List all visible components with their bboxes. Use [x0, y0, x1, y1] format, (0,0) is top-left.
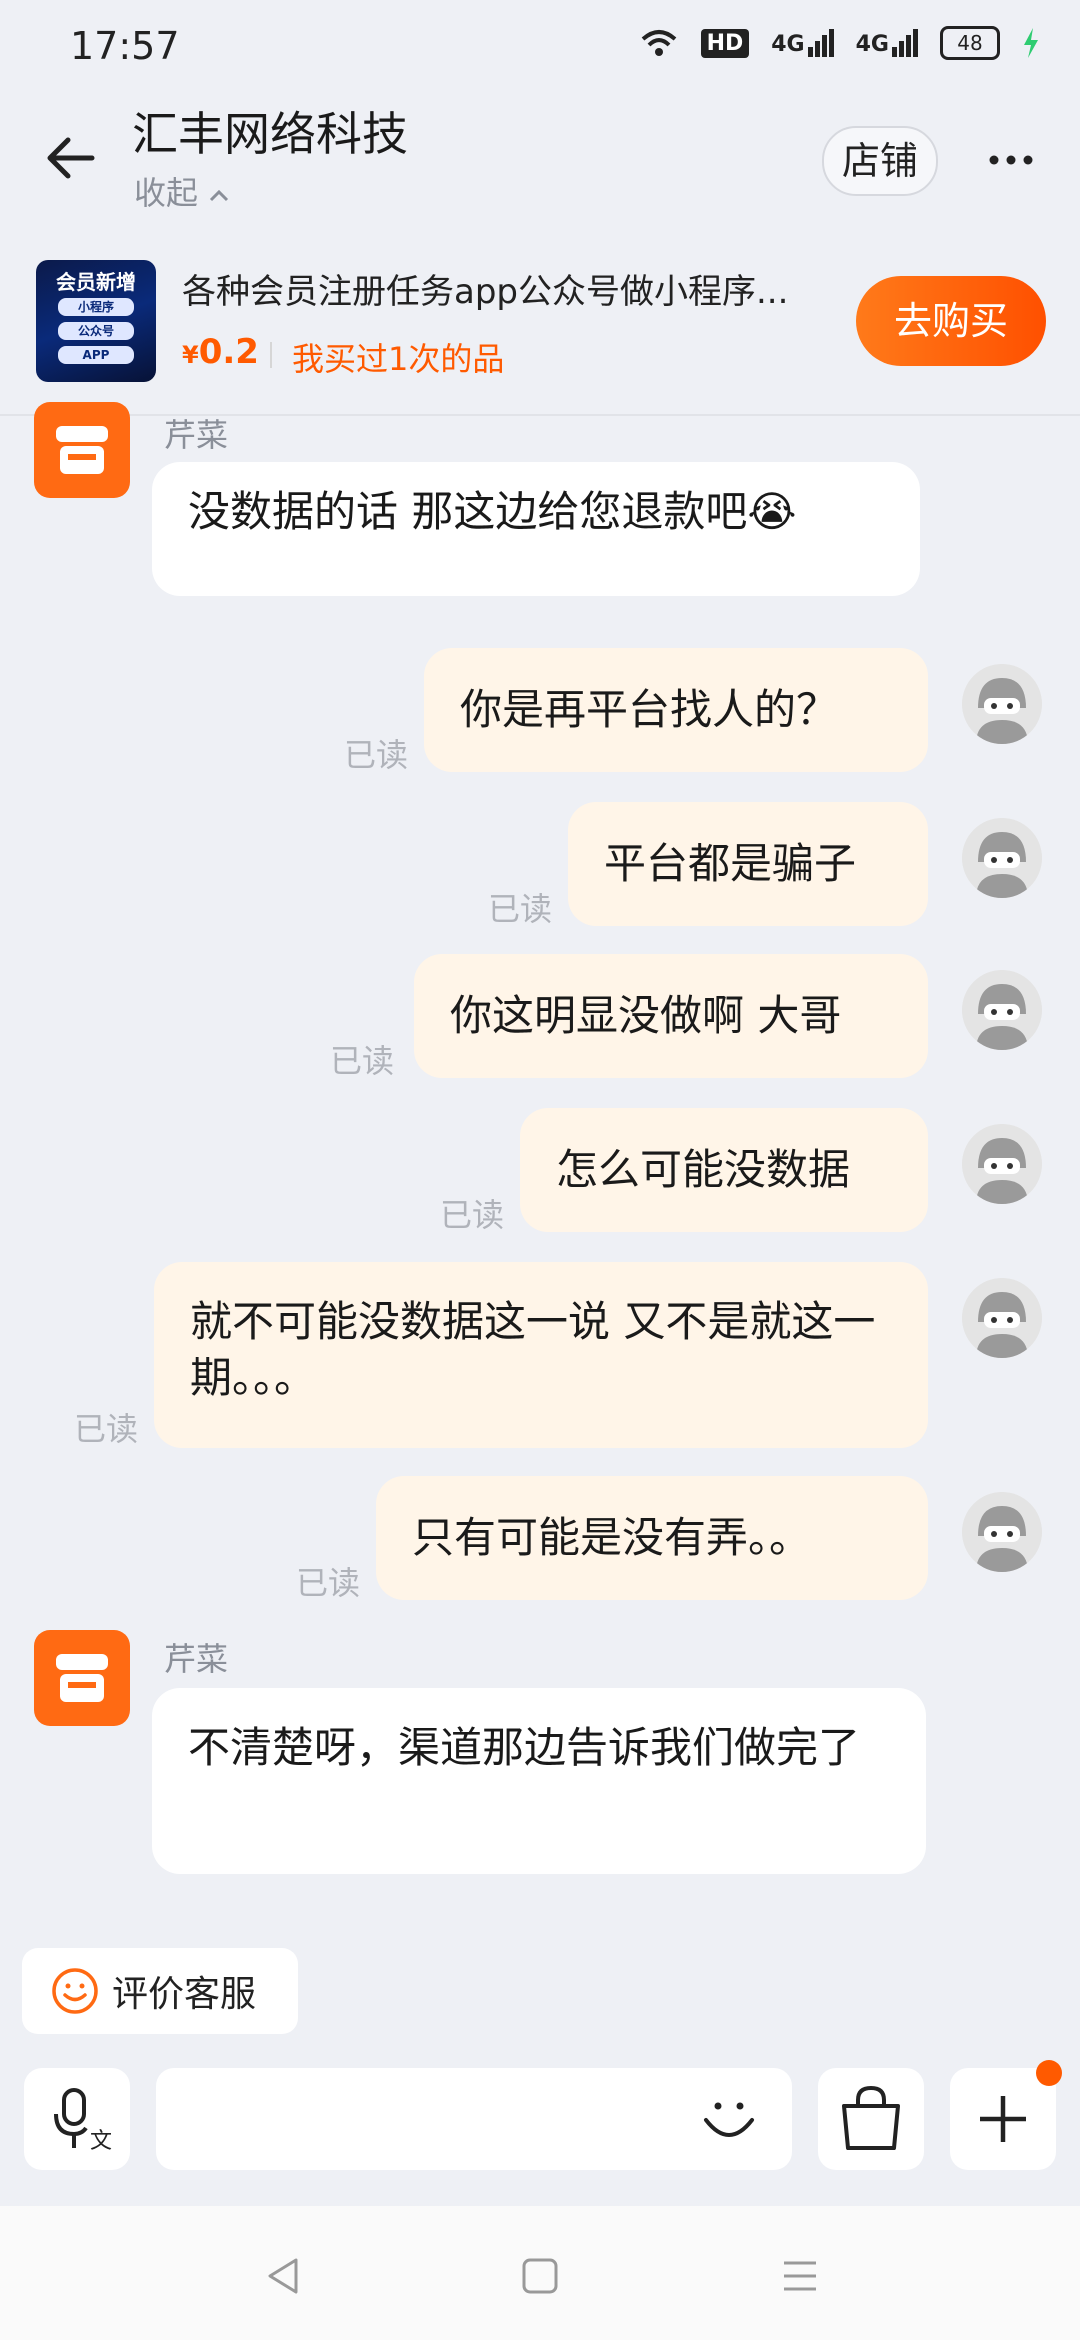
voice-input-button[interactable]: 文 [24, 2068, 130, 2170]
product-card[interactable]: 会员新增 小程序 公众号 APP 各种会员注册任务app公众号做小程序... ¥… [0, 236, 1080, 416]
message-bubble-outgoing[interactable]: 只有可能是没有弄。。 [376, 1476, 928, 1600]
user-avatar-image [962, 1124, 1042, 1204]
nav-home-icon[interactable] [518, 2254, 562, 2298]
thumb-pill: 小程序 [58, 298, 134, 316]
nav-menu-icon[interactable] [778, 2254, 822, 2298]
shop-avatar[interactable] [34, 402, 130, 498]
network-label-1: 4G [771, 32, 805, 57]
more-button[interactable] [986, 140, 1036, 180]
more-options-button[interactable] [950, 2060, 1062, 2170]
collapse-toggle[interactable]: 收起 [134, 168, 230, 214]
message-bubble-outgoing[interactable]: 怎么可能没数据 [520, 1108, 928, 1232]
store-icon [56, 426, 108, 474]
user-avatar-image [962, 1492, 1042, 1572]
thumb-pill: 公众号 [58, 322, 134, 340]
smiley-icon [52, 1968, 98, 2014]
wifi-icon [641, 30, 676, 56]
battery-indicator: 48 [940, 26, 1000, 60]
thumb-pill: APP [58, 346, 134, 364]
read-status: 已读 [344, 736, 409, 774]
shopping-bag-icon [842, 2085, 900, 2150]
status-time: 17:57 [70, 24, 180, 68]
product-price: ¥0.2 [182, 332, 259, 372]
chevron-up-icon [210, 189, 229, 202]
svg-text:文: 文 [90, 2129, 112, 2154]
read-status: 已读 [330, 1042, 395, 1080]
signal-1: 4G [771, 29, 834, 57]
message-input[interactable] [156, 2068, 792, 2170]
hd-badge: HD [700, 28, 750, 58]
read-status: 已读 [296, 1564, 361, 1602]
back-arrow-icon [47, 137, 95, 179]
signal-bars-icon [807, 29, 834, 57]
product-thumbnail: 会员新增 小程序 公众号 APP [36, 260, 156, 382]
back-button[interactable] [40, 128, 100, 188]
status-icons: HD 4G 4G 48 [639, 26, 1040, 60]
rate-service-label: 评价客服 [112, 1974, 257, 2015]
user-avatar-image [962, 1278, 1042, 1358]
buy-button[interactable]: 去购买 [856, 276, 1046, 366]
message-bubble-incoming[interactable]: 没数据的话 那这边给您退款吧😭 [152, 462, 920, 596]
sender-name: 芹菜 [164, 416, 229, 454]
system-nav-bar [0, 2206, 1080, 2340]
page-title: 汇丰网络科技 [132, 107, 408, 161]
price-symbol: ¥ [182, 341, 199, 369]
user-avatar[interactable] [962, 1278, 1042, 1358]
emoji-button-icon[interactable] [694, 2084, 764, 2154]
user-avatar-image [962, 664, 1042, 744]
message-bubble-outgoing[interactable]: 就不可能没数据这一说 又不是就这一期。。。 [154, 1262, 928, 1448]
store-icon [56, 1654, 108, 1702]
network-label-2: 4G [855, 32, 889, 57]
thumb-title: 会员新增 [56, 270, 136, 294]
divider [270, 342, 272, 368]
user-avatar[interactable] [962, 664, 1042, 744]
user-avatar[interactable] [962, 1492, 1042, 1572]
message-bubble-outgoing[interactable]: 你这明显没做啊 大哥 [414, 954, 928, 1078]
user-avatar[interactable] [962, 1124, 1042, 1204]
price-value: 0.2 [198, 332, 259, 372]
charging-icon [1024, 28, 1038, 58]
voice-translate-icon: 文 [54, 2088, 112, 2154]
shop-button[interactable]: 店铺 [822, 126, 938, 196]
message-bubble-outgoing[interactable]: 平台都是骗子 [568, 802, 928, 926]
message-bubble-incoming[interactable]: 不清楚呀，渠道那边告诉我们做完了 [152, 1688, 926, 1874]
bought-note: 我买过1次的品 [292, 340, 505, 378]
read-status: 已读 [488, 890, 553, 928]
message-bubble-outgoing[interactable]: 你是再平台找人的？ [424, 648, 928, 772]
product-title: 各种会员注册任务app公众号做小程序... [182, 272, 789, 312]
user-avatar-image [962, 970, 1042, 1050]
read-status: 已读 [74, 1410, 139, 1448]
shop-avatar[interactable] [34, 1630, 130, 1726]
user-avatar[interactable] [962, 818, 1042, 898]
user-avatar-image [962, 818, 1042, 898]
status-bar: 17:57 HD 4G 4G 48 [0, 0, 1080, 100]
rate-service-button[interactable]: 评价客服 [22, 1948, 298, 2034]
more-dots-icon [989, 155, 1033, 165]
collapse-label: 收起 [134, 174, 199, 212]
signal-bars-icon [892, 29, 918, 57]
read-status: 已读 [440, 1196, 505, 1234]
signal-2: 4G [856, 29, 918, 57]
sender-name: 芹菜 [164, 1640, 229, 1678]
notification-dot [1036, 2060, 1062, 2086]
shopping-bag-button[interactable] [818, 2068, 924, 2170]
user-avatar[interactable] [962, 970, 1042, 1050]
nav-back-icon[interactable] [262, 2254, 306, 2298]
input-bar: 文 [0, 2050, 1080, 2220]
